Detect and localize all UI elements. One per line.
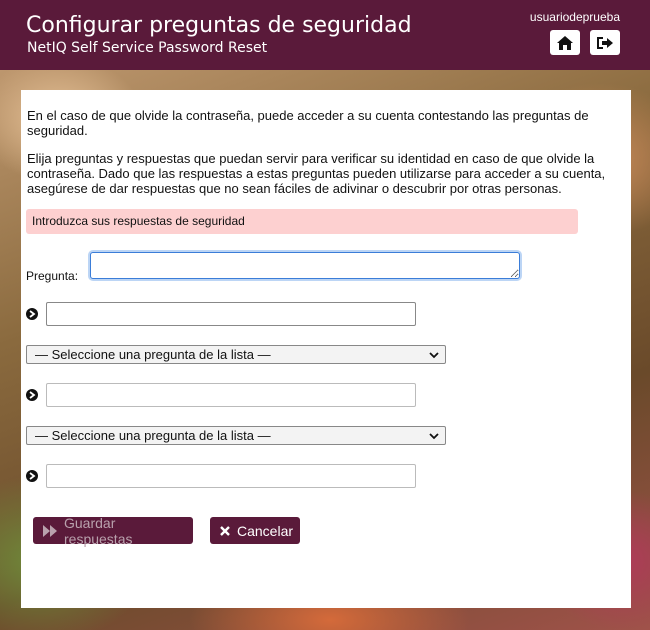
answer-3-input[interactable]: [46, 464, 416, 488]
question-3-select-value: — Seleccione una pregunta de la lista —: [35, 428, 271, 443]
username-label: usuariodeprueba: [529, 10, 620, 24]
question-2-select-value: — Seleccione una pregunta de la lista —: [35, 347, 271, 362]
answer-1-input[interactable]: [46, 302, 416, 326]
chevron-down-icon: [429, 433, 439, 440]
chevron-down-icon: [429, 352, 439, 359]
save-answers-label: Guardar respuestas: [64, 514, 133, 547]
alert-message: Introduzca sus respuestas de seguridad: [26, 209, 578, 234]
circle-arrow-icon: [26, 308, 38, 320]
content-panel: En el caso de que olvide la contraseña, …: [21, 90, 631, 608]
home-button[interactable]: [550, 30, 580, 55]
logout-icon: [597, 36, 613, 49]
intro-paragraph-2: Elija preguntas y respuestas que puedan …: [27, 151, 606, 196]
question-label: Pregunta:: [26, 269, 79, 283]
cancel-button[interactable]: Cancelar: [210, 517, 300, 544]
question-3-select[interactable]: — Seleccione una pregunta de la lista —: [26, 426, 446, 445]
app-subtitle: NetIQ Self Service Password Reset: [27, 40, 268, 56]
close-icon: [220, 525, 230, 536]
logout-button[interactable]: [590, 30, 620, 55]
answer-2-input[interactable]: [46, 383, 416, 407]
page-title: Configurar preguntas de seguridad: [26, 13, 412, 38]
save-answers-button[interactable]: Guardar respuestas: [33, 514, 193, 547]
circle-arrow-icon: [26, 470, 38, 482]
app-header: Configurar preguntas de seguridad NetIQ …: [0, 0, 650, 70]
home-icon: [557, 35, 573, 50]
custom-question-input[interactable]: [90, 252, 520, 279]
question-2-select[interactable]: — Seleccione una pregunta de la lista —: [26, 345, 446, 364]
intro-paragraph-1: En el caso de que olvide la contraseña, …: [27, 108, 589, 138]
fast-forward-icon: [43, 524, 57, 537]
cancel-label: Cancelar: [237, 522, 294, 539]
circle-arrow-icon: [26, 389, 38, 401]
